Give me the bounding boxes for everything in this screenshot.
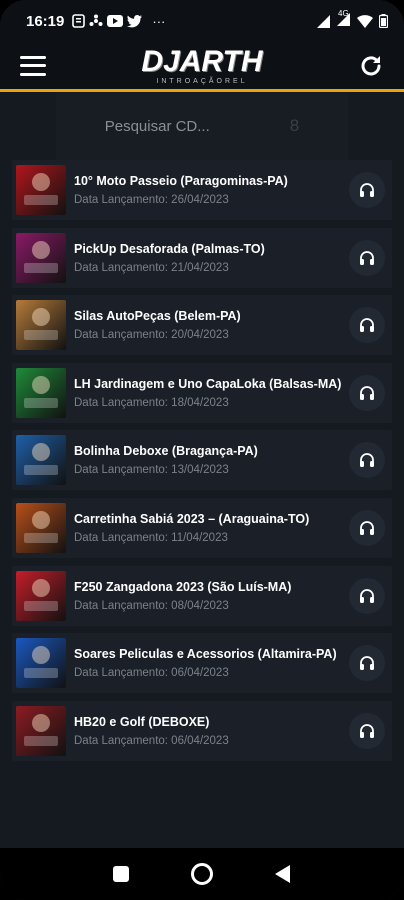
cd-title[interactable]: LH Jardinagem e Uno CapaLoka (Balsas-MA) — [74, 377, 349, 391]
cd-cover-image[interactable] — [16, 300, 66, 351]
cd-info: Silas AutoPeças (Belem-PA) Data Lançament… — [74, 309, 349, 341]
wifi-icon — [357, 14, 373, 28]
cd-title[interactable]: Bolinha Deboxe (Bragança-PA) — [74, 444, 349, 458]
cd-title[interactable]: HB20 e Golf (DEBOXE) — [74, 715, 349, 729]
headphones-button[interactable] — [349, 442, 385, 479]
cd-release-date: Data Lançamento: 18/04/2023 — [74, 396, 229, 409]
cd-list-item[interactable]: Bolinha Deboxe (Bragança-PA) Data Lançame… — [12, 430, 392, 491]
cd-info: PickUp Desaforada (Palmas-TO) Data Lançam… — [74, 242, 349, 274]
battery-icon — [379, 14, 388, 28]
cd-cover-image[interactable] — [16, 638, 66, 689]
fan-icon — [89, 14, 103, 26]
system-status: 4G — [317, 9, 388, 29]
recents-button[interactable] — [109, 862, 133, 886]
cd-list-item[interactable]: LH Jardinagem e Uno CapaLoka (Balsas-MA)… — [12, 362, 392, 423]
cd-list-item[interactable]: 10° Moto Passeio (Paragominas-PA) Data La… — [12, 160, 392, 220]
headphones-button[interactable] — [349, 172, 385, 208]
cd-title[interactable]: Soares Peliculas e Acessorios (Altamira-… — [74, 647, 349, 661]
headphones-icon — [360, 656, 374, 671]
cd-list: 10° Moto Passeio (Paragominas-PA) Data La… — [0, 160, 404, 761]
cd-list-item[interactable]: F250 Zangadona 2023 (São Luís-MA) Data La… — [12, 565, 392, 626]
headphones-button[interactable] — [349, 509, 385, 546]
cd-release-date: Data Lançamento: 21/04/2023 — [74, 261, 229, 274]
headphones-icon — [360, 250, 374, 265]
cd-info: Soares Peliculas e Acessorios (Altamira-… — [74, 647, 349, 679]
square-icon — [112, 866, 129, 882]
headphones-icon — [360, 385, 374, 400]
signal-icon — [317, 14, 330, 28]
search-count: 8 — [289, 116, 300, 135]
headphones-button[interactable] — [349, 374, 385, 411]
status-time: 16:19 — [26, 12, 65, 30]
search-placeholder[interactable]: Pesquisar CD... — [105, 118, 210, 135]
triangle-back-icon — [275, 865, 291, 883]
cd-list-item[interactable]: Silas AutoPeças (Belem-PA) Data Lançament… — [12, 295, 392, 356]
headphones-button[interactable] — [349, 645, 385, 682]
headphones-icon — [360, 453, 374, 468]
cd-cover-image[interactable] — [16, 570, 66, 621]
cd-cover-image[interactable] — [16, 502, 66, 553]
headphones-icon — [360, 183, 374, 197]
cd-cover-image[interactable] — [16, 232, 66, 283]
more-notifications: ··· — [152, 13, 166, 29]
app-header: DJARTH INTROAÇÃOREL — [0, 42, 404, 92]
cd-info: Carretinha Sabiá 2023 – (Araguaina-TO) Da… — [74, 512, 349, 544]
cd-cover-image[interactable] — [16, 435, 66, 486]
cd-release-date: Data Lançamento: 06/04/2023 — [74, 734, 229, 747]
app-logo: DJARTH INTROAÇÃOREL — [141, 44, 263, 85]
youtube-icon — [107, 15, 124, 27]
cd-title[interactable]: F250 Zangadona 2023 (São Luís-MA) — [74, 580, 349, 594]
cd-info: LH Jardinagem e Uno CapaLoka (Balsas-MA)… — [74, 377, 349, 409]
back-button[interactable] — [271, 862, 295, 886]
home-button[interactable] — [190, 862, 214, 886]
cd-title[interactable]: Carretinha Sabiá 2023 – (Araguaina-TO) — [74, 512, 349, 526]
menu-icon[interactable] — [20, 55, 46, 76]
cd-info: F250 Zangadona 2023 (São Luís-MA) Data La… — [74, 580, 349, 612]
twitter-icon — [127, 14, 143, 27]
headphones-icon — [360, 318, 374, 333]
cd-list-item[interactable]: HB20 e Golf (DEBOXE) Data Lançamento: 06/… — [12, 700, 392, 761]
cd-title[interactable]: 10° Moto Passeio (Paragominas-PA) — [74, 174, 349, 188]
notification-icons: ··· — [72, 14, 165, 29]
cd-release-date: Data Lançamento: 06/04/2023 — [74, 667, 229, 680]
search-bar[interactable]: Pesquisar CD... 8 — [56, 92, 348, 160]
cd-info: 10° Moto Passeio (Paragominas-PA) Data La… — [74, 174, 349, 206]
app-screen: 16:19 ··· 4G DJARTH INTROAÇÃOREL Pesquis… — [0, 0, 404, 900]
refresh-icon[interactable] — [358, 53, 384, 79]
circle-icon — [190, 863, 213, 885]
cd-info: Bolinha Deboxe (Bragança-PA) Data Lançame… — [74, 444, 349, 476]
headphones-icon — [360, 723, 374, 738]
cd-release-date: Data Lançamento: 26/04/2023 — [74, 194, 229, 206]
cd-list-item[interactable]: Carretinha Sabiá 2023 – (Araguaina-TO) Da… — [12, 497, 392, 558]
cd-cover-image[interactable] — [16, 367, 66, 418]
system-nav-bar — [0, 848, 404, 900]
cd-list-item[interactable]: Soares Peliculas e Acessorios (Altamira-… — [12, 633, 392, 694]
cd-cover-image[interactable] — [16, 705, 66, 756]
cd-release-date: Data Lançamento: 11/04/2023 — [74, 531, 228, 544]
cd-info: HB20 e Golf (DEBOXE) Data Lançamento: 06/… — [74, 715, 349, 747]
headphones-button[interactable] — [349, 307, 385, 344]
logo-subtext: INTROAÇÃOREL — [156, 77, 248, 85]
cd-release-date: Data Lançamento: 13/04/2023 — [74, 464, 229, 477]
headphones-button[interactable] — [349, 712, 385, 749]
cd-cover-image[interactable] — [16, 165, 66, 215]
cd-release-date: Data Lançamento: 08/04/2023 — [74, 599, 229, 612]
cd-release-date: Data Lançamento: 20/04/2023 — [74, 329, 229, 342]
headphones-icon — [360, 521, 374, 535]
headphones-button[interactable] — [349, 577, 385, 614]
status-bar: 16:19 ··· 4G — [0, 0, 404, 42]
cd-title[interactable]: Silas AutoPeças (Belem-PA) — [74, 309, 349, 323]
headphones-button[interactable] — [349, 239, 385, 276]
logo-text: DJARTH — [141, 44, 263, 78]
cd-list-item[interactable]: PickUp Desaforada (Palmas-TO) Data Lançam… — [12, 227, 392, 288]
network-type: 4G — [338, 9, 349, 18]
doc-icon — [72, 14, 86, 28]
headphones-icon — [360, 588, 374, 603]
cd-title[interactable]: PickUp Desaforada (Palmas-TO) — [74, 242, 349, 256]
